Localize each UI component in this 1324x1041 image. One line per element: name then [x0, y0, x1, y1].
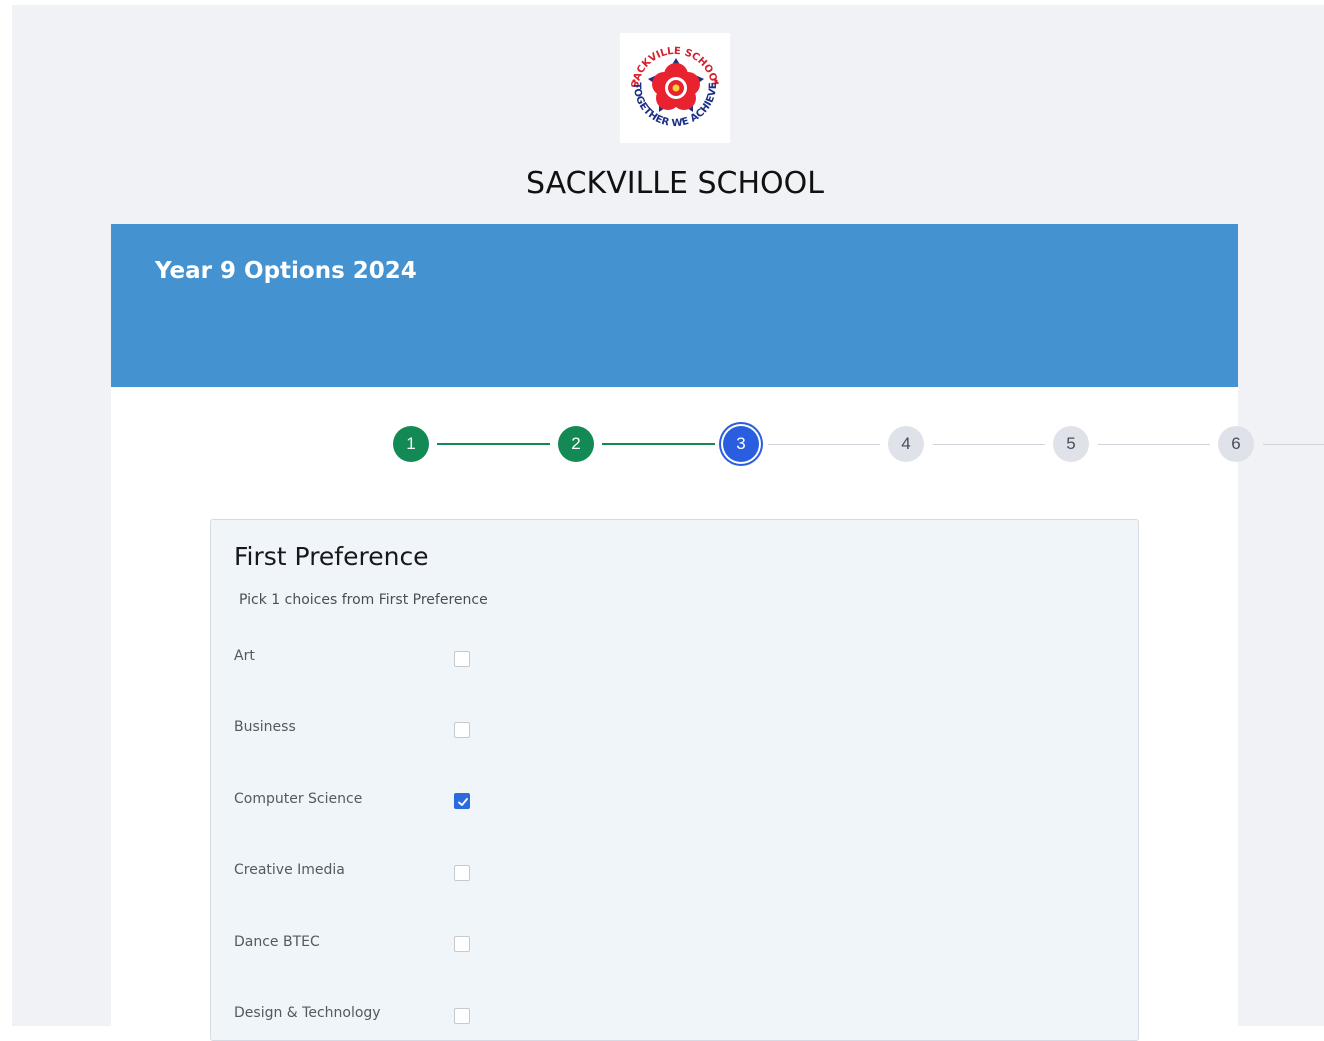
form-title: Year 9 Options 2024	[155, 258, 417, 284]
section-title: First Preference	[234, 542, 429, 571]
section-subtitle: Pick 1 choices from First Preference	[239, 592, 488, 608]
school-name: SACKVILLE SCHOOL	[526, 166, 824, 201]
option-label-design-technology: Design & Technology	[234, 1005, 381, 1021]
step-3[interactable]: 3	[723, 426, 759, 462]
step-2[interactable]: 2	[558, 426, 594, 462]
option-checkbox-art[interactable]	[454, 651, 470, 667]
option-label-art: Art	[234, 648, 255, 664]
option-checkbox-business[interactable]	[454, 722, 470, 738]
option-label-business: Business	[234, 719, 296, 735]
option-label-creative-imedia: Creative Imedia	[234, 862, 345, 878]
option-checkbox-creative-imedia[interactable]	[454, 865, 470, 881]
option-checkbox-computer-science[interactable]	[454, 793, 470, 809]
option-checkbox-design-technology[interactable]	[454, 1008, 470, 1024]
option-label-computer-science: Computer Science	[234, 791, 363, 807]
step-4[interactable]: 4	[888, 426, 924, 462]
option-checkbox-dance-btec[interactable]	[454, 936, 470, 952]
first-preference-section: First Preference Pick 1 choices from Fir…	[210, 519, 1139, 1041]
form-header-banner: Year 9 Options 2024	[111, 224, 1238, 387]
step-6[interactable]: 6	[1218, 426, 1254, 462]
school-logo: SACKVILLE SCHOOL TOGETHER WE ACHIEVE	[620, 33, 730, 143]
step-1[interactable]: 1	[393, 426, 429, 462]
option-label-dance-btec: Dance BTEC	[234, 934, 320, 950]
checkmark-icon	[458, 798, 468, 806]
step-5[interactable]: 5	[1053, 426, 1089, 462]
